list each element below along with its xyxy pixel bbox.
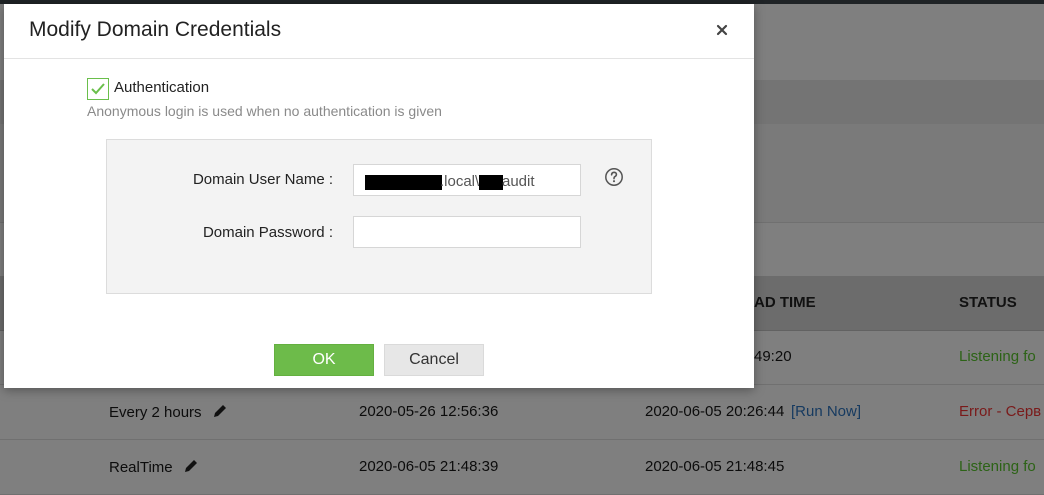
close-icon[interactable] [712,20,732,40]
redaction-block [479,175,503,190]
domain-user-name-input[interactable]: .local\ audit [353,164,581,196]
authentication-hint: Anonymous login is used when no authenti… [87,103,442,119]
user-value-account: audit [502,173,535,190]
cell-created: 2020-06-05 21:48:39 [359,458,499,475]
authentication-checkbox[interactable] [87,78,109,100]
ok-button[interactable]: OK [274,344,374,376]
checkmark-icon [91,83,105,95]
cell-created: 2020-05-26 12:56:36 [359,403,499,420]
credentials-form: Domain User Name : .local\ audit Domain … [106,139,652,294]
dialog-title: Modify Domain Credentials [29,18,282,41]
domain-password-label: Domain Password : [202,224,333,241]
cell-load-time: 49:20 [754,348,792,365]
modify-domain-credentials-dialog: Modify Domain Credentials Authentication… [4,4,754,388]
edit-pencil-icon[interactable] [212,403,228,423]
edit-pencil-icon[interactable] [183,458,199,478]
help-circle-icon[interactable] [604,167,624,187]
cell-status: Error - Серв [959,403,1042,420]
cell-status: Listening fo [959,458,1036,475]
schedule-label: RealTime [109,458,173,476]
cancel-button[interactable]: Cancel [384,344,484,376]
domain-user-name-label: Domain User Name : [192,171,333,188]
column-header-load-time[interactable]: AD TIME [754,294,816,311]
cell-schedule: RealTime [109,458,199,478]
cell-load-time: 2020-06-05 21:48:45 [645,458,785,475]
cell-status: Listening fo [959,348,1036,365]
run-now-link[interactable]: [Run Now] [791,403,861,420]
schedule-label: Every 2 hours [109,403,202,421]
user-value-domain-suffix: .local\ [440,173,480,190]
authentication-label: Authentication [114,79,210,96]
cell-load-time: 2020-06-05 20:26:44 [645,403,785,420]
dialog-header: Modify Domain Credentials [4,4,754,59]
domain-password-input[interactable] [353,216,581,248]
redaction-block [365,175,442,190]
cell-schedule: Every 2 hours [109,403,228,423]
column-header-status[interactable]: STATUS [959,294,1017,311]
